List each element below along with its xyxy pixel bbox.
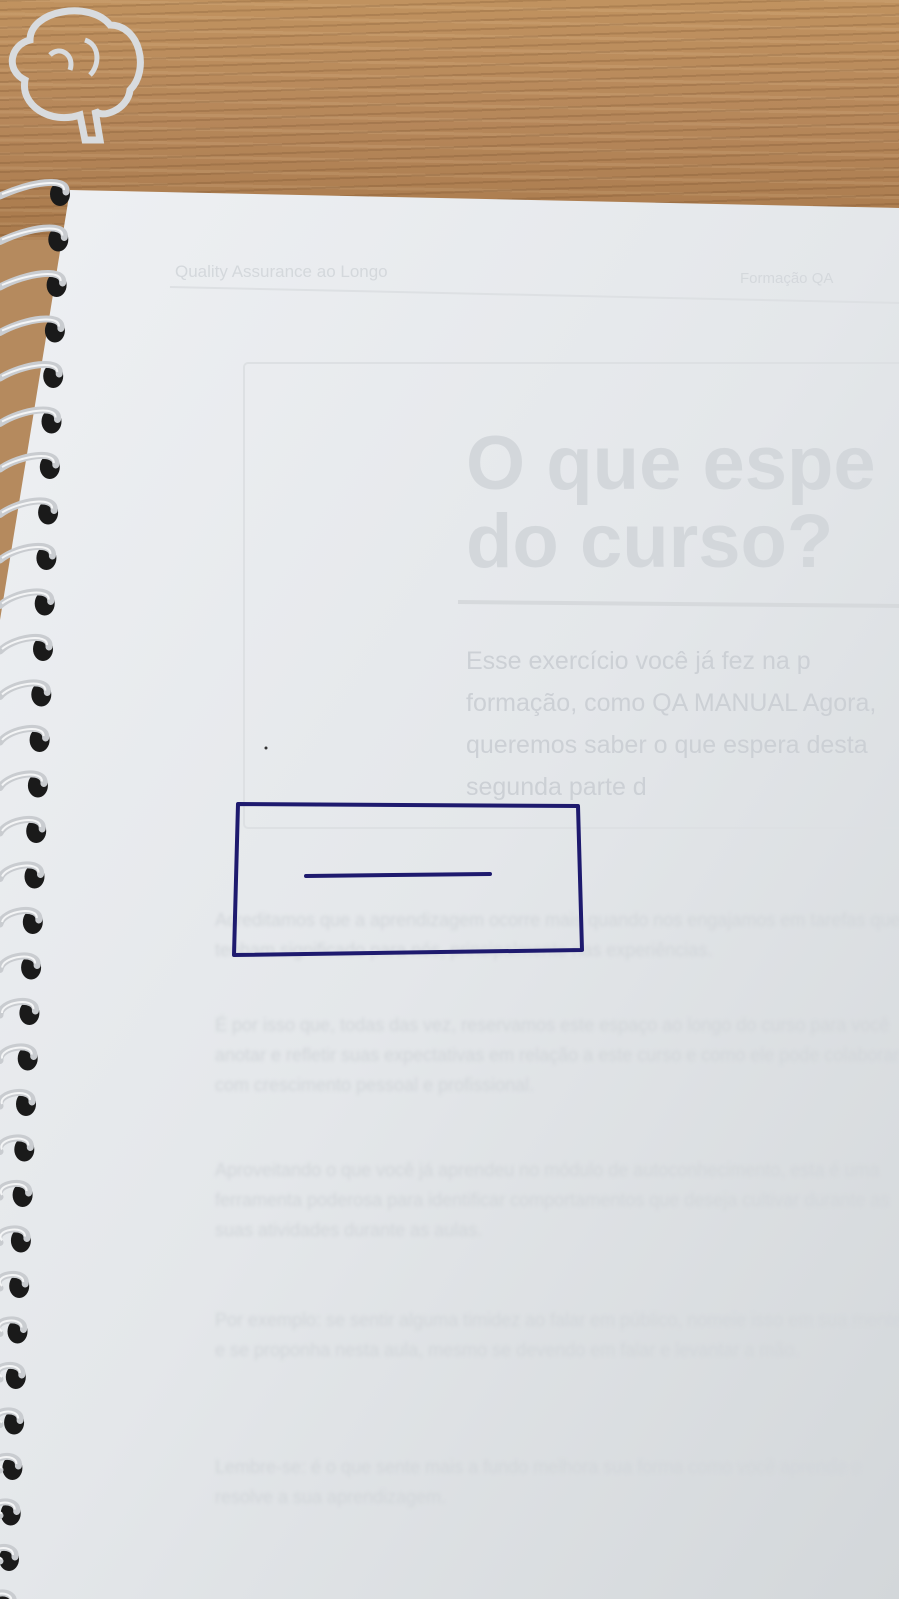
- spiral-ring: [0, 906, 43, 934]
- spiral-ring: [0, 1498, 21, 1526]
- spiral-ring: [0, 542, 57, 570]
- spiral-ring: [0, 1543, 19, 1571]
- spiral-ring: [0, 1407, 25, 1435]
- spiral-ring: [0, 406, 62, 434]
- spiral-ring: [0, 679, 52, 707]
- spiral-ring: [0, 815, 47, 843]
- spiral-ring: [0, 224, 69, 252]
- spiral-ring: [0, 178, 70, 206]
- spiral-ring: [0, 588, 55, 616]
- spiral-ring: [0, 1452, 23, 1480]
- spiral-ring: [0, 1088, 36, 1116]
- spiral-ring: [0, 1589, 17, 1599]
- spiral-ring: [0, 770, 48, 798]
- spiral-ring: [0, 315, 65, 343]
- spiral-ring: [0, 269, 67, 297]
- spiral-ring: [0, 451, 60, 479]
- spiral-ring: [0, 1179, 33, 1207]
- spiral-ring: [0, 633, 53, 661]
- spiral-ring: [0, 724, 50, 752]
- spiral-ring: [0, 1225, 31, 1253]
- spiral-ring: [0, 1361, 26, 1389]
- spiral-ring: [0, 497, 59, 525]
- spiral-ring: [0, 1316, 28, 1344]
- spiral-ring: [0, 997, 40, 1025]
- spiral-ring: [0, 1043, 38, 1071]
- spiral-ring: [0, 1270, 30, 1298]
- spiral-ring: [0, 360, 64, 388]
- spiral-ring: [0, 952, 42, 980]
- spiral-binding: [0, 178, 70, 1599]
- notebook-page: Quality Assurance ao Longo Formação QA O…: [0, 0, 899, 1599]
- spiral-ring: [0, 1134, 35, 1162]
- spiral-ring: [0, 861, 45, 889]
